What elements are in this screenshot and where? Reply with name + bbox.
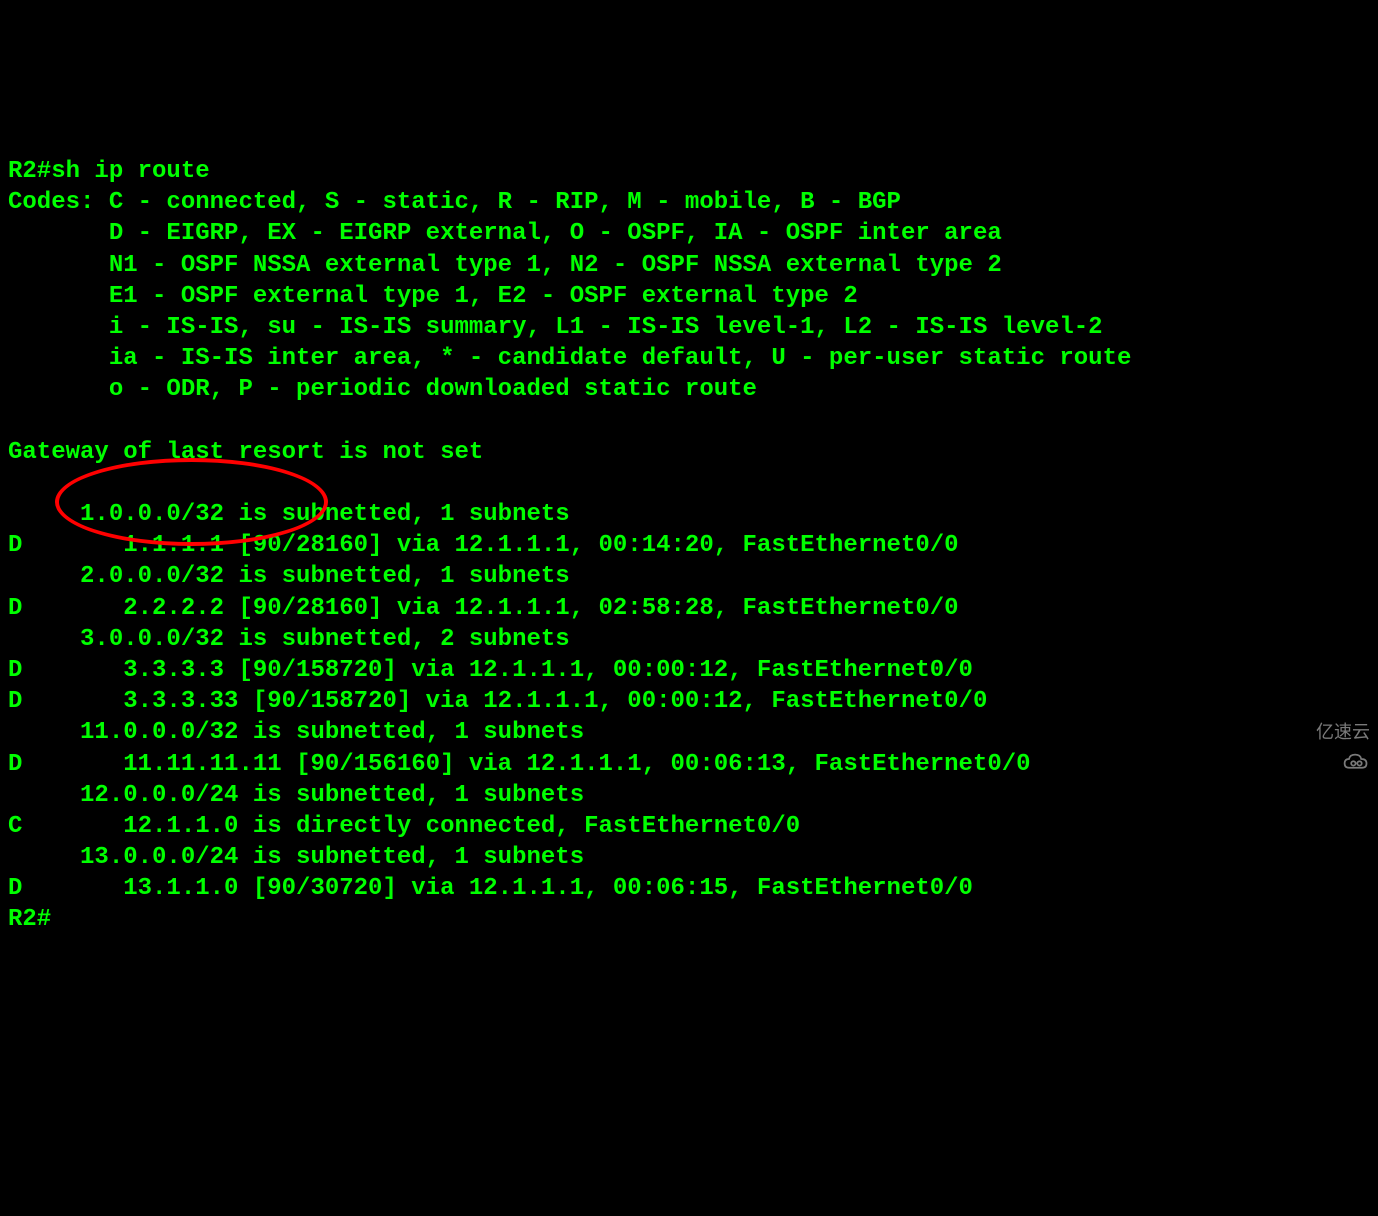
- codes-legend-line-7: o - ODR, P - periodic downloaded static …: [8, 376, 757, 403]
- route-entry-3-3-3-33: D 3.3.3.33 [90/158720] via 12.1.1.1, 00:…: [8, 688, 987, 715]
- route-entry-12-1-1-0: C 12.1.1.0 is directly connected, FastEt…: [8, 813, 800, 840]
- subnet-header-11: 11.0.0.0/32 is subnetted, 1 subnets: [8, 719, 584, 746]
- route-entry-11-11-11-11: D 11.11.11.11 [90/156160] via 12.1.1.1, …: [8, 751, 1031, 778]
- subnet-header-1: 1.0.0.0/32 is subnetted, 1 subnets: [8, 501, 570, 528]
- watermark: 亿速云: [1284, 721, 1370, 744]
- terminal-output[interactable]: R2#sh ip route Codes: C - connected, S -…: [0, 125, 1378, 936]
- codes-legend-line-5: i - IS-IS, su - IS-IS summary, L1 - IS-I…: [8, 314, 1103, 341]
- subnet-header-12: 12.0.0.0/24 is subnetted, 1 subnets: [8, 782, 584, 809]
- gateway-status: Gateway of last resort is not set: [8, 439, 483, 466]
- route-entry-2-2-2-2: D 2.2.2.2 [90/28160] via 12.1.1.1, 02:58…: [8, 595, 959, 622]
- codes-legend-line-6: ia - IS-IS inter area, * - candidate def…: [8, 345, 1131, 372]
- watermark-text: 亿速云: [1316, 721, 1370, 744]
- route-entry-1-1-1-1: D 1.1.1.1 [90/28160] via 12.1.1.1, 00:14…: [8, 532, 959, 559]
- route-entry-13-1-1-0: D 13.1.1.0 [90/30720] via 12.1.1.1, 00:0…: [8, 875, 973, 902]
- codes-legend-line-3: N1 - OSPF NSSA external type 1, N2 - OSP…: [8, 252, 1002, 279]
- codes-legend-line-1: Codes: C - connected, S - static, R - RI…: [8, 189, 901, 216]
- subnet-header-13: 13.0.0.0/24 is subnetted, 1 subnets: [8, 844, 584, 871]
- subnet-header-3: 3.0.0.0/32 is subnetted, 2 subnets: [8, 626, 570, 653]
- route-entry-3-3-3-3: D 3.3.3.3 [90/158720] via 12.1.1.1, 00:0…: [8, 657, 973, 684]
- codes-legend-line-2: D - EIGRP, EX - EIGRP external, O - OSPF…: [8, 220, 1002, 247]
- command-prompt-line: R2#sh ip route: [8, 158, 210, 185]
- subnet-header-2: 2.0.0.0/32 is subnetted, 1 subnets: [8, 563, 570, 590]
- command-prompt-end: R2#: [8, 906, 51, 933]
- codes-legend-line-4: E1 - OSPF external type 1, E2 - OSPF ext…: [8, 283, 858, 310]
- cloud-icon: [1284, 721, 1312, 743]
